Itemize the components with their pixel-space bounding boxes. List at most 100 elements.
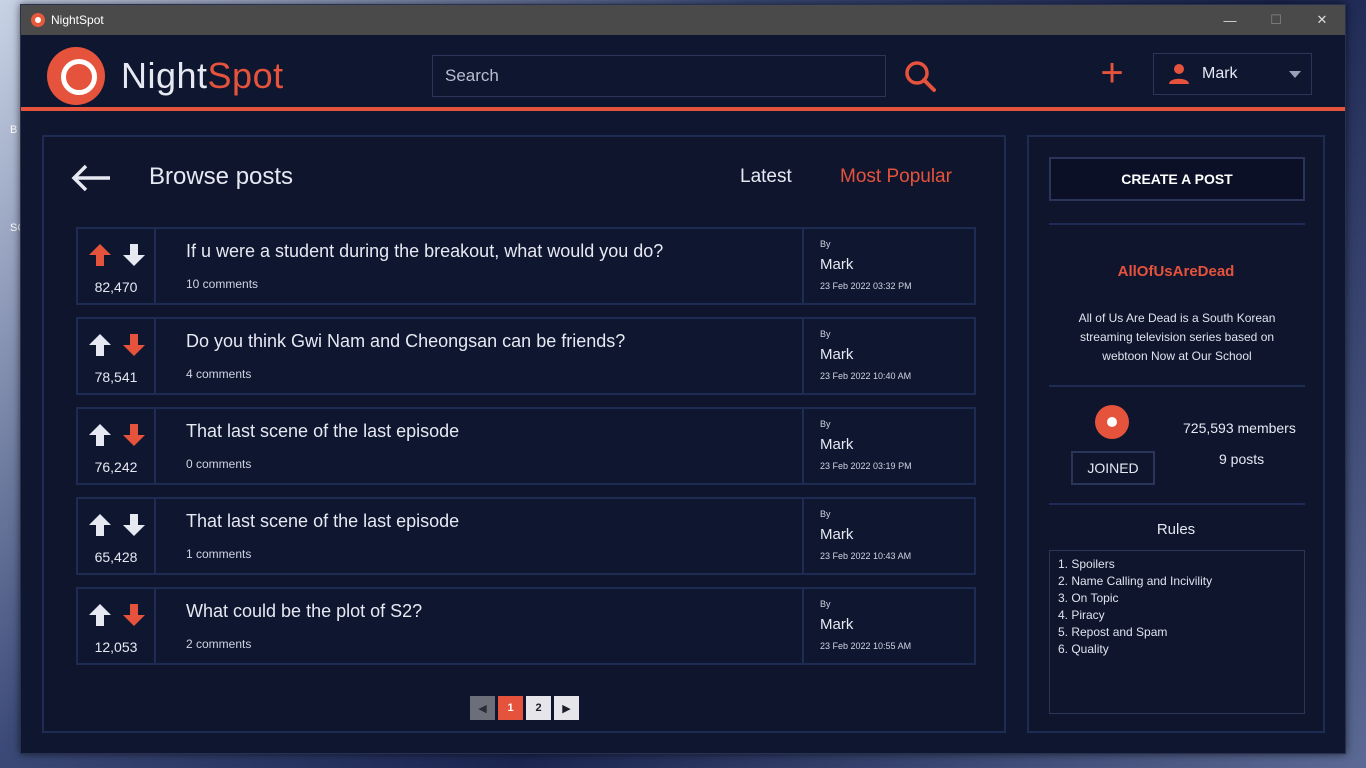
desktop-label: B bbox=[10, 124, 18, 136]
community-description: All of Us Are Dead is a South Korean str… bbox=[1078, 311, 1276, 363]
post-comments[interactable]: 1 comments bbox=[186, 547, 251, 561]
post-author[interactable]: Mark bbox=[820, 346, 853, 363]
vote-score: 65,428 bbox=[94, 549, 138, 565]
minimize-icon[interactable]: — bbox=[1207, 5, 1253, 35]
window-title: NightSpot bbox=[51, 13, 104, 27]
post-meta: By Mark 23 Feb 2022 10:43 AM bbox=[802, 499, 974, 573]
create-post-button[interactable]: CREATE A POST bbox=[1049, 157, 1305, 201]
post-list: 82,470 If u were a student during the br… bbox=[76, 227, 976, 677]
post-card[interactable]: 65,428 That last scene of the last episo… bbox=[76, 497, 976, 575]
community-name[interactable]: AllOfUsAreDead bbox=[1029, 263, 1323, 280]
by-label: By bbox=[820, 509, 831, 519]
post-meta: By Mark 23 Feb 2022 03:32 PM bbox=[802, 229, 974, 303]
arrow-left-icon[interactable] bbox=[70, 163, 112, 193]
app-icon bbox=[31, 13, 45, 27]
post-date: 23 Feb 2022 10:55 AM bbox=[820, 641, 912, 651]
brand-part-spot: Spot bbox=[207, 55, 284, 96]
vote-box: 65,428 bbox=[78, 499, 156, 573]
vote-box: 82,470 bbox=[78, 229, 156, 303]
post-body[interactable]: That last scene of the last episode 1 co… bbox=[156, 499, 802, 573]
post-card[interactable]: 82,470 If u were a student during the br… bbox=[76, 227, 976, 305]
post-comments[interactable]: 0 comments bbox=[186, 457, 251, 471]
divider bbox=[1049, 385, 1305, 387]
post-author[interactable]: Mark bbox=[820, 436, 853, 453]
community-icon bbox=[1095, 405, 1129, 439]
vote-box: 76,242 bbox=[78, 409, 156, 483]
arrow-down-icon[interactable] bbox=[122, 423, 146, 447]
search-input[interactable] bbox=[432, 55, 886, 97]
post-date: 23 Feb 2022 03:32 PM bbox=[820, 281, 912, 291]
page-button-1[interactable]: 1 bbox=[498, 696, 523, 720]
post-comments[interactable]: 10 comments bbox=[186, 277, 258, 291]
post-date: 23 Feb 2022 03:19 PM bbox=[820, 461, 912, 471]
user-icon bbox=[1169, 64, 1189, 84]
post-author[interactable]: Mark bbox=[820, 256, 853, 273]
joined-button[interactable]: JOINED bbox=[1071, 451, 1155, 485]
post-title[interactable]: If u were a student during the breakout,… bbox=[186, 241, 663, 262]
app-header: NightSpot + Mark bbox=[21, 35, 1345, 111]
by-label: By bbox=[820, 599, 831, 609]
chevron-down-icon bbox=[1289, 70, 1301, 78]
post-meta: By Mark 23 Feb 2022 10:55 AM bbox=[802, 589, 974, 663]
arrow-down-icon[interactable] bbox=[122, 333, 146, 357]
divider bbox=[1049, 223, 1305, 225]
arrow-up-icon[interactable] bbox=[88, 603, 112, 627]
nightspot-logo-icon[interactable] bbox=[47, 47, 105, 105]
user-name: Mark bbox=[1202, 65, 1238, 82]
post-card[interactable]: 76,242 That last scene of the last episo… bbox=[76, 407, 976, 485]
by-label: By bbox=[820, 239, 831, 249]
post-title[interactable]: What could be the plot of S2? bbox=[186, 601, 422, 622]
posts-count: 9 posts bbox=[1219, 451, 1265, 467]
tab-latest[interactable]: Latest bbox=[740, 166, 792, 188]
brand-name[interactable]: NightSpot bbox=[121, 55, 284, 97]
post-title[interactable]: Do you think Gwi Nam and Cheongsan can b… bbox=[186, 331, 625, 352]
maximize-icon[interactable]: ☐ bbox=[1253, 5, 1299, 35]
post-comments[interactable]: 4 comments bbox=[186, 367, 251, 381]
close-icon[interactable]: ✕ bbox=[1299, 5, 1345, 35]
plus-icon[interactable]: + bbox=[1097, 53, 1127, 93]
rule-item: 2. Name Calling and Incivility bbox=[1058, 574, 1213, 588]
by-label: By bbox=[820, 329, 831, 339]
vote-score: 76,242 bbox=[94, 459, 138, 475]
page-button-2[interactable]: 2 bbox=[526, 696, 551, 720]
arrow-down-icon[interactable] bbox=[122, 243, 146, 267]
vote-box: 12,053 bbox=[78, 589, 156, 663]
app-window: NightSpot — ☐ ✕ NightSpot + Mark bbox=[20, 4, 1346, 754]
post-card[interactable]: 78,541 Do you think Gwi Nam and Cheongsa… bbox=[76, 317, 976, 395]
rule-item: 4. Piracy bbox=[1058, 608, 1105, 622]
divider bbox=[1049, 503, 1305, 505]
page-title: Browse posts bbox=[149, 163, 294, 190]
post-author[interactable]: Mark bbox=[820, 526, 853, 543]
title-bar: NightSpot — ☐ ✕ bbox=[21, 5, 1345, 35]
search-icon[interactable] bbox=[903, 59, 937, 93]
post-body[interactable]: Do you think Gwi Nam and Cheongsan can b… bbox=[156, 319, 802, 393]
post-body[interactable]: If u were a student during the breakout,… bbox=[156, 229, 802, 303]
post-title[interactable]: That last scene of the last episode bbox=[186, 511, 459, 532]
browse-panel: Browse posts Latest Most Popular 82,470 … bbox=[42, 135, 1006, 733]
prev-page-button[interactable]: ◀ bbox=[470, 696, 495, 720]
arrow-down-icon[interactable] bbox=[122, 603, 146, 627]
arrow-up-icon[interactable] bbox=[88, 423, 112, 447]
post-title[interactable]: That last scene of the last episode bbox=[186, 421, 459, 442]
next-page-button[interactable]: ▶ bbox=[554, 696, 579, 720]
post-author[interactable]: Mark bbox=[820, 616, 853, 633]
rule-item: 5. Repost and Spam bbox=[1058, 625, 1168, 639]
rule-item: 6. Quality bbox=[1058, 642, 1109, 656]
post-comments[interactable]: 2 comments bbox=[186, 637, 251, 651]
arrow-up-icon[interactable] bbox=[88, 333, 112, 357]
tab-most-popular[interactable]: Most Popular bbox=[840, 166, 952, 188]
vote-score: 12,053 bbox=[94, 639, 138, 655]
arrow-up-icon[interactable] bbox=[88, 243, 112, 267]
user-menu[interactable]: Mark bbox=[1153, 53, 1312, 95]
pagination: ◀ 1 2 ▶ bbox=[470, 696, 579, 720]
arrow-up-icon[interactable] bbox=[88, 513, 112, 537]
rule-item: 3. On Topic bbox=[1058, 591, 1119, 605]
rule-item: 1. Spoilers bbox=[1058, 557, 1115, 571]
vote-box: 78,541 bbox=[78, 319, 156, 393]
post-body[interactable]: That last scene of the last episode 0 co… bbox=[156, 409, 802, 483]
post-card[interactable]: 12,053 What could be the plot of S2? 2 c… bbox=[76, 587, 976, 665]
brand-part-night: Night bbox=[121, 55, 208, 96]
arrow-down-icon[interactable] bbox=[122, 513, 146, 537]
post-body[interactable]: What could be the plot of S2? 2 comments bbox=[156, 589, 802, 663]
community-sidebar: CREATE A POST AllOfUsAreDead All of Us A… bbox=[1027, 135, 1325, 733]
